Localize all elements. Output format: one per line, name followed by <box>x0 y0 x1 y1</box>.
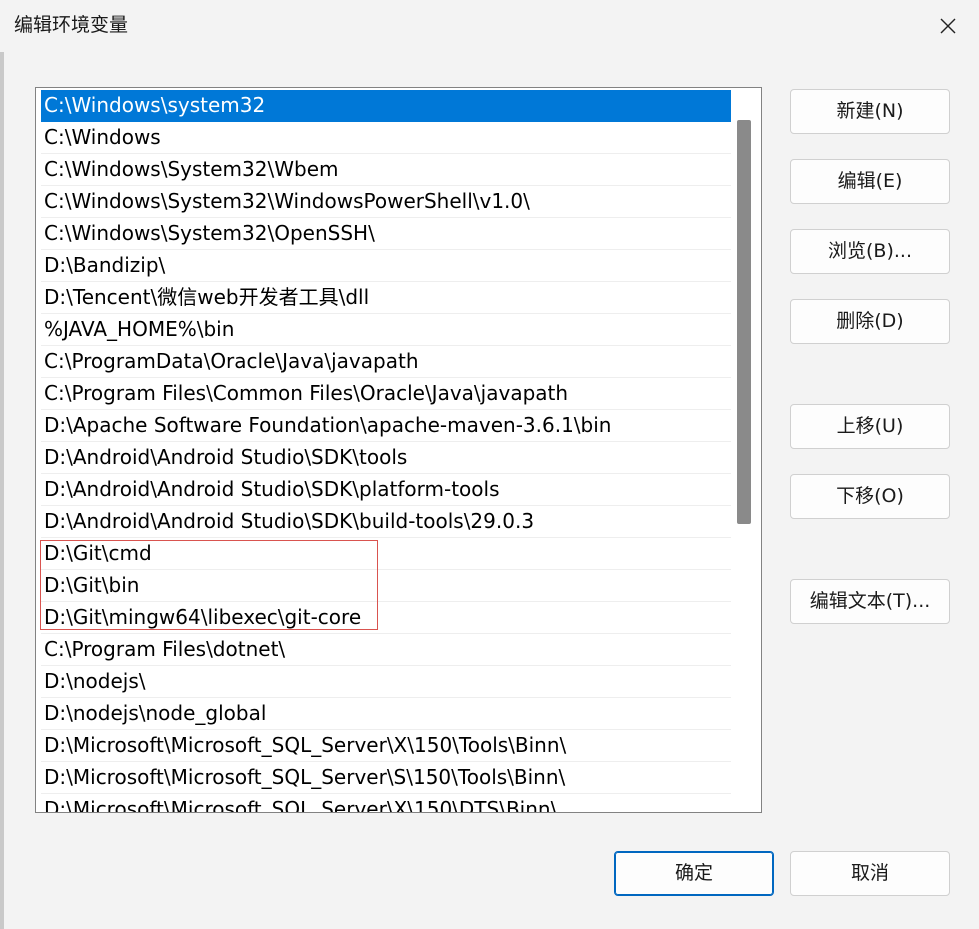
new-button[interactable]: 新建(N) <box>790 89 950 134</box>
list-item[interactable]: C:\Windows\system32 <box>41 90 731 122</box>
list-item[interactable]: C:\ProgramData\Oracle\Java\javapath <box>41 346 731 378</box>
cancel-button[interactable]: 取消 <box>790 851 950 896</box>
list-item[interactable]: D:\Microsoft\Microsoft_SQL_Server\X\150\… <box>41 730 731 762</box>
browse-button[interactable]: 浏览(B)... <box>790 229 950 274</box>
list-item[interactable]: C:\Windows\System32\OpenSSH\ <box>41 218 731 250</box>
list-item[interactable]: C:\Windows\System32\WindowsPowerShell\v1… <box>41 186 731 218</box>
list-item[interactable]: C:\Windows\System32\Wbem <box>41 154 731 186</box>
close-button[interactable] <box>917 0 979 52</box>
delete-button[interactable]: 删除(D) <box>790 299 950 344</box>
list-item[interactable]: D:\Microsoft\Microsoft_SQL_Server\S\150\… <box>41 762 731 794</box>
list-item[interactable]: D:\Apache Software Foundation\apache-mav… <box>41 410 731 442</box>
list-item[interactable]: C:\Program Files\Common Files\Oracle\Jav… <box>41 378 731 410</box>
vertical-scrollbar[interactable] <box>735 88 761 812</box>
list-item[interactable]: D:\Bandizip\ <box>41 250 731 282</box>
list-item[interactable]: C:\Windows <box>41 122 731 154</box>
list-item[interactable]: D:\Android\Android Studio\SDK\platform-t… <box>41 474 731 506</box>
list-item[interactable]: D:\Tencent\微信web开发者工具\dll <box>41 282 731 314</box>
title-bar: 编辑环境变量 <box>0 0 979 52</box>
edit-text-button[interactable]: 编辑文本(T)... <box>790 579 950 624</box>
close-icon <box>940 18 956 34</box>
list-item[interactable]: D:\nodejs\ <box>41 666 731 698</box>
move-up-button[interactable]: 上移(U) <box>790 404 950 449</box>
list-item[interactable]: D:\Git\cmd <box>41 538 731 570</box>
list-item[interactable]: D:\Android\Android Studio\SDK\build-tool… <box>41 506 731 538</box>
list-item[interactable]: C:\Program Files\dotnet\ <box>41 634 731 666</box>
path-list-items: C:\Windows\system32 C:\Windows C:\Window… <box>41 90 731 812</box>
list-item[interactable]: %JAVA_HOME%\bin <box>41 314 731 346</box>
background-window-edge <box>0 52 4 929</box>
scroll-thumb[interactable] <box>737 120 751 524</box>
move-down-button[interactable]: 下移(O) <box>790 474 950 519</box>
edit-button[interactable]: 编辑(E) <box>790 159 950 204</box>
path-list[interactable]: C:\Windows\system32 C:\Windows C:\Window… <box>35 87 762 813</box>
list-item[interactable]: D:\Android\Android Studio\SDK\tools <box>41 442 731 474</box>
list-item[interactable]: D:\Git\bin <box>41 570 731 602</box>
list-item[interactable]: D:\Git\mingw64\libexec\git-core <box>41 602 731 634</box>
list-item[interactable]: D:\nodejs\node_global <box>41 698 731 730</box>
list-item[interactable]: D:\Microsoft\Microsoft_SQL_Server\X\150\… <box>41 794 731 812</box>
window-title: 编辑环境变量 <box>14 14 129 36</box>
ok-button[interactable]: 确定 <box>614 851 774 896</box>
